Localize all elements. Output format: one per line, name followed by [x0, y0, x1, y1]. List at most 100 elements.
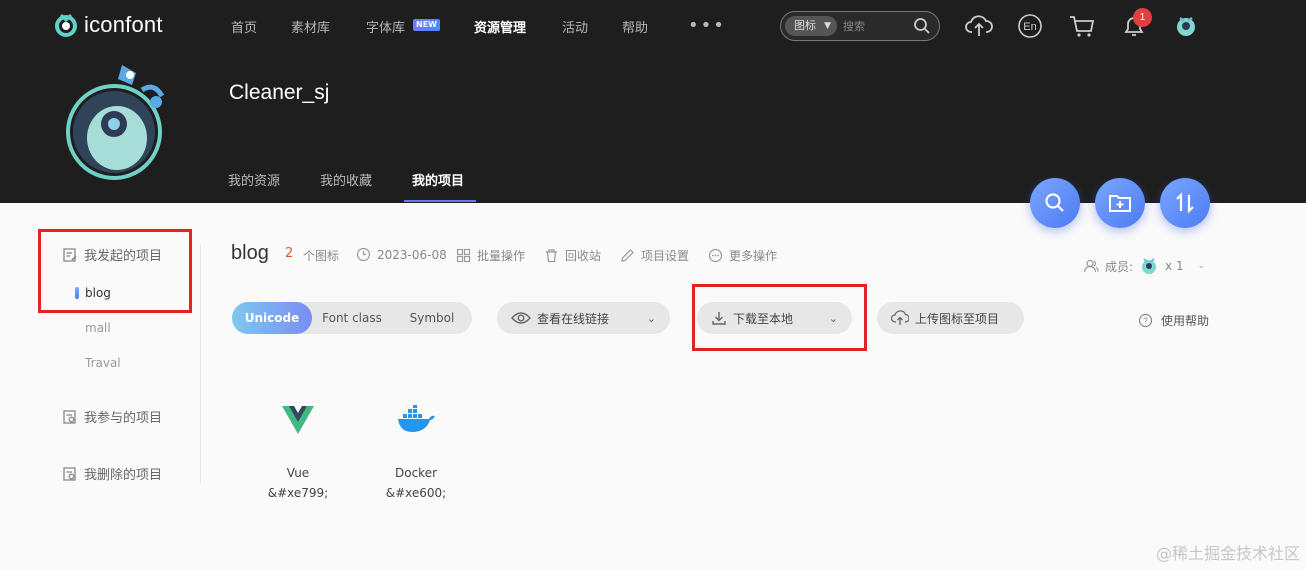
project-settings-button[interactable]: 项目设置 — [620, 247, 689, 264]
new-project-button[interactable] — [1095, 178, 1145, 228]
nav-fonts[interactable]: 字体库 — [366, 17, 405, 36]
language-en-icon[interactable]: En — [1017, 13, 1043, 39]
icon-count-unit: 个图标 — [303, 247, 339, 264]
download-local-label: 下载至本地 — [733, 311, 794, 326]
search-project-button[interactable] — [1030, 178, 1080, 228]
icon-name: Vue — [286, 466, 310, 480]
question-circle-icon: ? — [1138, 313, 1153, 328]
batch-operation-button[interactable]: 批量操作 — [456, 247, 525, 264]
iconfont-logo[interactable]: iconfont — [52, 11, 163, 39]
watermark: @稀土掘金技术社区 — [1155, 544, 1300, 563]
download-local-button[interactable]: 下载至本地 ⌄ — [697, 302, 852, 334]
more-operations-label: 更多操作 — [729, 249, 778, 263]
logo-mascot-icon — [55, 13, 77, 37]
upload-cloud-icon[interactable] — [965, 13, 993, 39]
members-label: 成员: — [1105, 259, 1134, 274]
svg-text:?: ? — [1143, 317, 1148, 326]
nav-home[interactable]: 首页 — [231, 17, 257, 36]
sort-projects-button[interactable] — [1160, 178, 1210, 228]
search-type-label: 图标 — [794, 19, 816, 32]
profile-avatar — [66, 65, 165, 180]
nav-help[interactable]: 帮助 — [622, 17, 648, 36]
eye-icon — [511, 312, 531, 324]
icon-unicode: &#xe600; — [385, 486, 447, 500]
sidebar-deleted-projects-heading[interactable]: 我删除的项目 — [62, 464, 162, 483]
tab-my-resources[interactable]: 我的资源 — [228, 170, 280, 189]
svg-text:En: En — [1023, 21, 1036, 33]
icon-unicode: &#xe799; — [267, 486, 329, 500]
user-avatar[interactable] — [1172, 12, 1200, 40]
more-circle-icon — [708, 248, 723, 263]
tab-my-favorites[interactable]: 我的收藏 — [320, 170, 372, 189]
mode-unicode-tab[interactable]: Unicode — [232, 302, 312, 334]
sidebar-divider — [200, 244, 201, 484]
mode-symbol-tab[interactable]: Symbol — [392, 302, 472, 334]
icon-card-docker[interactable]: Docker &#xe600; — [366, 400, 466, 500]
download-icon — [712, 312, 726, 325]
help-label: 使用帮助 — [1161, 314, 1210, 328]
project-members[interactable]: 成员: x 1 ⌄ — [1083, 256, 1205, 276]
document-search-icon — [63, 409, 76, 424]
chevron-down-icon: ▼ — [824, 21, 831, 31]
sidebar-item-blog[interactable]: blog — [85, 286, 111, 300]
icon-count-unit-label: 个图标 — [303, 249, 340, 263]
sidebar-created-projects-heading[interactable]: 我发起的项目 — [62, 245, 162, 264]
project-icon-count: 2 — [285, 246, 294, 261]
search-icon[interactable] — [913, 17, 931, 35]
search-icon — [1045, 193, 1064, 212]
nav-activities[interactable]: 活动 — [562, 17, 588, 36]
search-input[interactable] — [843, 17, 913, 35]
recycle-bin-label: 回收站 — [565, 249, 602, 263]
more-menu-icon[interactable]: ••• — [688, 16, 726, 36]
view-online-link-label: 查看在线链接 — [537, 311, 610, 326]
grid-icon — [456, 248, 471, 263]
highlight-box-sidebar — [38, 229, 192, 313]
docker-logo-icon — [366, 400, 466, 440]
clock-icon — [356, 247, 371, 262]
sidebar-joined-projects-heading[interactable]: 我参与的项目 — [62, 407, 162, 426]
chevron-down-icon[interactable]: ⌄ — [829, 312, 838, 325]
chevron-down-icon[interactable]: ⌄ — [647, 312, 656, 325]
nav-resource-management[interactable]: 资源管理 — [474, 17, 526, 36]
icon-card-vue[interactable]: Vue &#xe799; — [248, 400, 348, 500]
logo-text: iconfont — [84, 12, 163, 37]
tab-my-projects[interactable]: 我的项目 — [412, 170, 464, 189]
member-avatar — [1142, 258, 1157, 274]
project-date: 2023-06-08 — [356, 247, 447, 262]
icon-name: Docker — [394, 466, 438, 480]
notification-count-badge: 1 — [1133, 8, 1152, 27]
chevron-down-icon: ⌄ — [1197, 261, 1206, 271]
more-operations-button[interactable]: 更多操作 — [708, 247, 777, 264]
sidebar-joined-label: 我参与的项目 — [84, 411, 163, 426]
upload-icons-button[interactable]: 上传图标至项目 — [877, 302, 1024, 334]
mode-font-class-tab[interactable]: Font class — [312, 302, 392, 334]
recycle-bin-button[interactable]: 回收站 — [544, 247, 601, 264]
sidebar-item-mall[interactable]: mall — [85, 321, 111, 335]
pencil-icon — [621, 249, 634, 262]
sort-icon — [1176, 192, 1194, 214]
trash-icon — [546, 249, 557, 263]
project-settings-label: 项目设置 — [641, 249, 690, 263]
active-tab-indicator — [404, 200, 476, 202]
batch-operation-label: 批量操作 — [477, 249, 526, 263]
active-project-indicator — [75, 287, 79, 299]
folder-add-icon — [1109, 195, 1131, 212]
sidebar-item-traval[interactable]: Traval — [85, 356, 121, 370]
project-title: blog — [231, 242, 269, 264]
upload-cloud-icon — [891, 310, 909, 325]
font-mode-switch: Unicode Font class Symbol — [232, 302, 472, 334]
project-date-value: 2023-06-08 — [377, 247, 447, 262]
document-delete-icon — [63, 466, 76, 481]
document-edit-icon — [63, 247, 77, 262]
nav-materials[interactable]: 素材库 — [291, 17, 330, 36]
username: Cleaner_sj — [229, 81, 330, 104]
cart-icon[interactable] — [1068, 13, 1096, 39]
vue-logo-icon — [248, 400, 348, 440]
members-count: x 1 — [1165, 259, 1184, 273]
new-badge: NEW — [413, 19, 440, 31]
help-link[interactable]: ? 使用帮助 — [1138, 312, 1209, 329]
view-online-link-button[interactable]: 查看在线链接 ⌄ — [497, 302, 670, 334]
top-nav: iconfont 首页 素材库 字体库 NEW 资源管理 活动 帮助 ••• 图… — [0, 0, 1306, 52]
search-type-select[interactable]: 图标 ▼ — [785, 16, 837, 36]
sidebar-deleted-label: 我删除的项目 — [84, 468, 163, 483]
